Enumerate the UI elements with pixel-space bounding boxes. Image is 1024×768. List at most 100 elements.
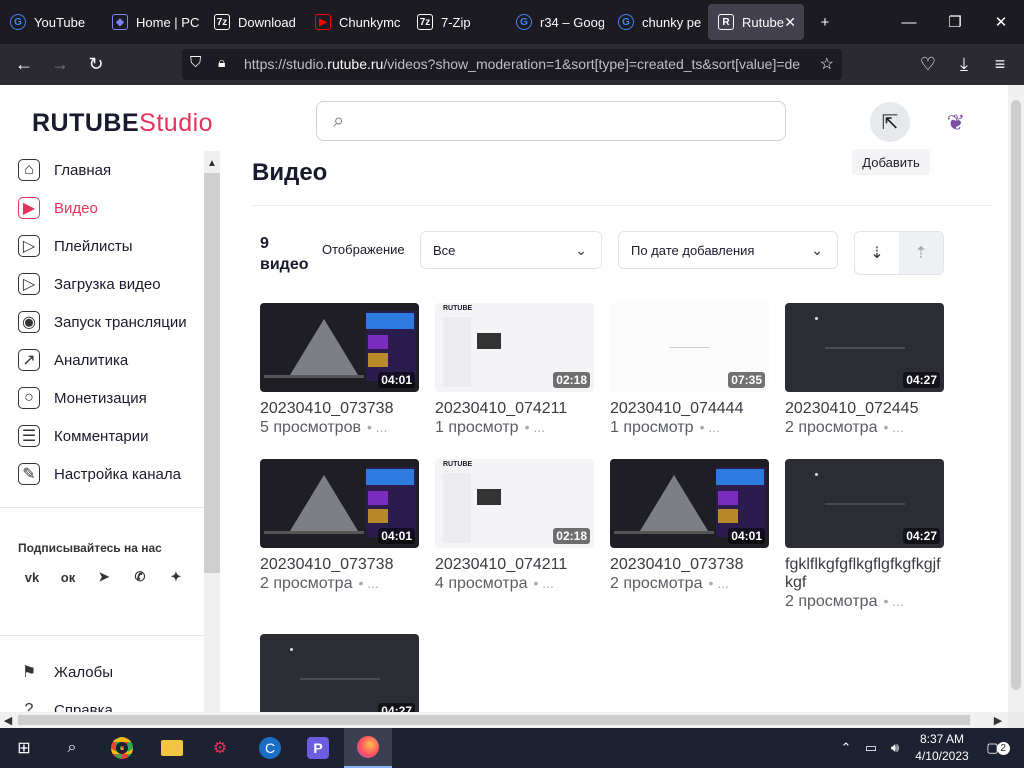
- add-button[interactable]: ⇱: [870, 102, 910, 142]
- video-title[interactable]: 20230410_073738: [610, 556, 770, 574]
- video-thumbnail[interactable]: 04:01: [260, 303, 419, 392]
- sidebar-item[interactable]: ◉ Запуск трансляции: [18, 307, 187, 337]
- menu-icon[interactable]: ≡: [983, 44, 1017, 85]
- video-title[interactable]: 20230410_072445: [785, 400, 945, 418]
- pocket-icon[interactable]: ♡: [911, 44, 945, 85]
- rutube-studio-logo[interactable]: RUTUBEStudio: [32, 109, 213, 138]
- video-card[interactable]: 04:01 20230410_073738 5 просмотров • ...: [260, 303, 420, 437]
- sort-descending-button[interactable]: ⇣: [855, 232, 899, 274]
- downloads-icon[interactable]: ⤓: [947, 44, 981, 85]
- browser-tab[interactable]: Gchunky pe: [608, 0, 704, 44]
- search-input[interactable]: ⌕: [316, 101, 786, 141]
- sidebar-item[interactable]: ○ Монетизация: [18, 383, 147, 413]
- more-menu-icon[interactable]: • ...: [525, 419, 545, 435]
- video-thumbnail[interactable]: 04:01: [610, 459, 769, 548]
- zen-icon[interactable]: ✦: [162, 563, 190, 591]
- search-icon[interactable]: ⌕: [48, 728, 96, 768]
- video-title[interactable]: 20230410_074444: [610, 400, 770, 418]
- more-menu-icon[interactable]: • ...: [533, 575, 553, 591]
- browser-tab[interactable]: 7z Download: [204, 0, 302, 44]
- video-title[interactable]: 20230410_073738: [260, 556, 420, 574]
- viber-icon[interactable]: ✆: [126, 563, 154, 591]
- telegram-icon[interactable]: ➤: [90, 563, 118, 591]
- volume-icon[interactable]: 🔊︎: [884, 728, 906, 768]
- scroll-left-icon[interactable]: ◀: [0, 712, 16, 728]
- windows-start-icon[interactable]: ⊞: [0, 728, 48, 768]
- more-menu-icon[interactable]: • ...: [708, 575, 728, 591]
- clock[interactable]: 8:37 AM 4/10/2023: [914, 731, 970, 765]
- video-title[interactable]: 20230410_073738: [260, 400, 420, 418]
- more-menu-icon[interactable]: • ...: [883, 419, 903, 435]
- filter-select[interactable]: Все ⌄: [420, 231, 602, 269]
- more-menu-icon[interactable]: • ...: [883, 593, 903, 609]
- lock-icon[interactable]: 🔒︎: [218, 54, 225, 71]
- video-title[interactable]: 20230410_074211: [435, 400, 595, 418]
- video-thumbnail[interactable]: RUTUBE 02:18: [435, 459, 594, 548]
- reload-icon[interactable]: ↻: [79, 44, 113, 85]
- video-thumbnail[interactable]: 04:27: [260, 634, 419, 712]
- chrome-icon[interactable]: [98, 728, 146, 768]
- close-window-icon[interactable]: ✕: [978, 0, 1024, 44]
- browser-tab[interactable]: Gr34 – Goog: [506, 0, 604, 44]
- close-tab-icon[interactable]: ✕: [784, 14, 796, 31]
- browser-tab[interactable]: ◆ Home | PC: [102, 0, 200, 44]
- minimize-icon[interactable]: —: [886, 0, 932, 44]
- forward-icon[interactable]: →: [43, 44, 77, 85]
- notifications-icon[interactable]: ▢ 2: [978, 728, 1018, 768]
- sidebar-item[interactable]: ▶ Видео: [18, 193, 98, 223]
- video-thumbnail[interactable]: RUTUBE 02:18: [435, 303, 594, 392]
- sidebar-item[interactable]: ↗ Аналитика: [18, 345, 128, 375]
- browser-tab[interactable]: ▶ Chunkymc: [305, 0, 403, 44]
- sidebar-item[interactable]: ▷ Загрузка видео: [18, 269, 161, 299]
- vk-icon[interactable]: vk: [18, 563, 46, 591]
- sidebar-item[interactable]: ? Справка: [18, 695, 113, 712]
- video-card[interactable]: RUTUBE 02:18 20230410_074211 1 просмотр • ..…: [435, 303, 595, 437]
- browser-tab[interactable]: G YouTube: [0, 0, 98, 44]
- file-explorer-icon[interactable]: [148, 728, 196, 768]
- new-tab-icon[interactable]: +: [802, 0, 848, 44]
- horizontal-scroll-thumb[interactable]: [18, 715, 970, 725]
- url-bar[interactable]: ⛉ 🔒︎ https://studio.rutube.ru/videos?sho…: [182, 49, 842, 80]
- tray-chevron-icon[interactable]: ⌃: [836, 728, 856, 768]
- video-card[interactable]: 04:01 20230410_073738 2 просмотра • ...: [260, 459, 420, 593]
- video-thumbnail[interactable]: 04:01: [260, 459, 419, 548]
- pycharm-icon[interactable]: P: [294, 728, 342, 768]
- avatar[interactable]: ❦: [938, 105, 974, 141]
- video-card[interactable]: 04:27 20230410_072445 2 просмотра • ...: [785, 303, 945, 437]
- video-thumbnail[interactable]: 04:27: [785, 459, 944, 548]
- network-icon[interactable]: ▭: [860, 728, 882, 768]
- sort-ascending-button[interactable]: ⇡: [899, 232, 943, 274]
- ccleaner-icon[interactable]: C: [246, 728, 294, 768]
- sort-select[interactable]: По дате добавления ⌄: [618, 231, 838, 269]
- video-card[interactable]: 04:27 fgklflkgfgflkgflgfkgfkgjfkgf 2 просм…: [785, 459, 945, 611]
- sidebar-item[interactable]: ▷ Плейлисты: [18, 231, 133, 261]
- video-thumbnail[interactable]: 07:35: [610, 303, 769, 392]
- page-scroll-thumb[interactable]: [1011, 100, 1021, 690]
- more-menu-icon[interactable]: • ...: [367, 419, 387, 435]
- maximize-icon[interactable]: ❐: [932, 0, 978, 44]
- video-thumbnail[interactable]: 04:27: [785, 303, 944, 392]
- firefox-icon[interactable]: [344, 728, 392, 768]
- sidebar-scroll-thumb[interactable]: [204, 173, 220, 573]
- video-title[interactable]: fgklflkgfgflkgflgfkgfkgjfkgf: [785, 556, 945, 592]
- video-card[interactable]: RUTUBE 02:18 20230410_074211 4 просмотра • .…: [435, 459, 595, 593]
- app-icon[interactable]: ⚙: [196, 728, 244, 768]
- shield-icon[interactable]: ⛉: [190, 54, 201, 71]
- browser-tab[interactable]: R Rutube ✕: [708, 4, 804, 40]
- video-card[interactable]: 07:35 20230410_074444 1 просмотр • ...: [610, 303, 770, 437]
- sidebar-item[interactable]: ⌂ Главная: [18, 155, 111, 185]
- sidebar-item[interactable]: ✎ Настройка канала: [18, 459, 181, 489]
- more-menu-icon[interactable]: • ...: [358, 575, 378, 591]
- back-icon[interactable]: ←: [7, 44, 41, 85]
- video-card[interactable]: 04:27: [260, 634, 420, 712]
- sidebar-item[interactable]: ⚑ Жалобы: [18, 657, 113, 687]
- video-title[interactable]: 20230410_074211: [435, 556, 595, 574]
- bookmark-star-icon[interactable]: ☆: [820, 54, 834, 74]
- scroll-right-icon[interactable]: ▶: [990, 712, 1006, 728]
- ok-icon[interactable]: ок: [54, 563, 82, 591]
- sidebar-item[interactable]: ☰ Комментарии: [18, 421, 148, 451]
- browser-tab[interactable]: 7z 7-Zip: [407, 0, 503, 44]
- video-card[interactable]: 04:01 20230410_073738 2 просмотра • ...: [610, 459, 770, 593]
- more-menu-icon[interactable]: • ...: [700, 419, 720, 435]
- scroll-up-icon[interactable]: ▲: [204, 155, 220, 171]
